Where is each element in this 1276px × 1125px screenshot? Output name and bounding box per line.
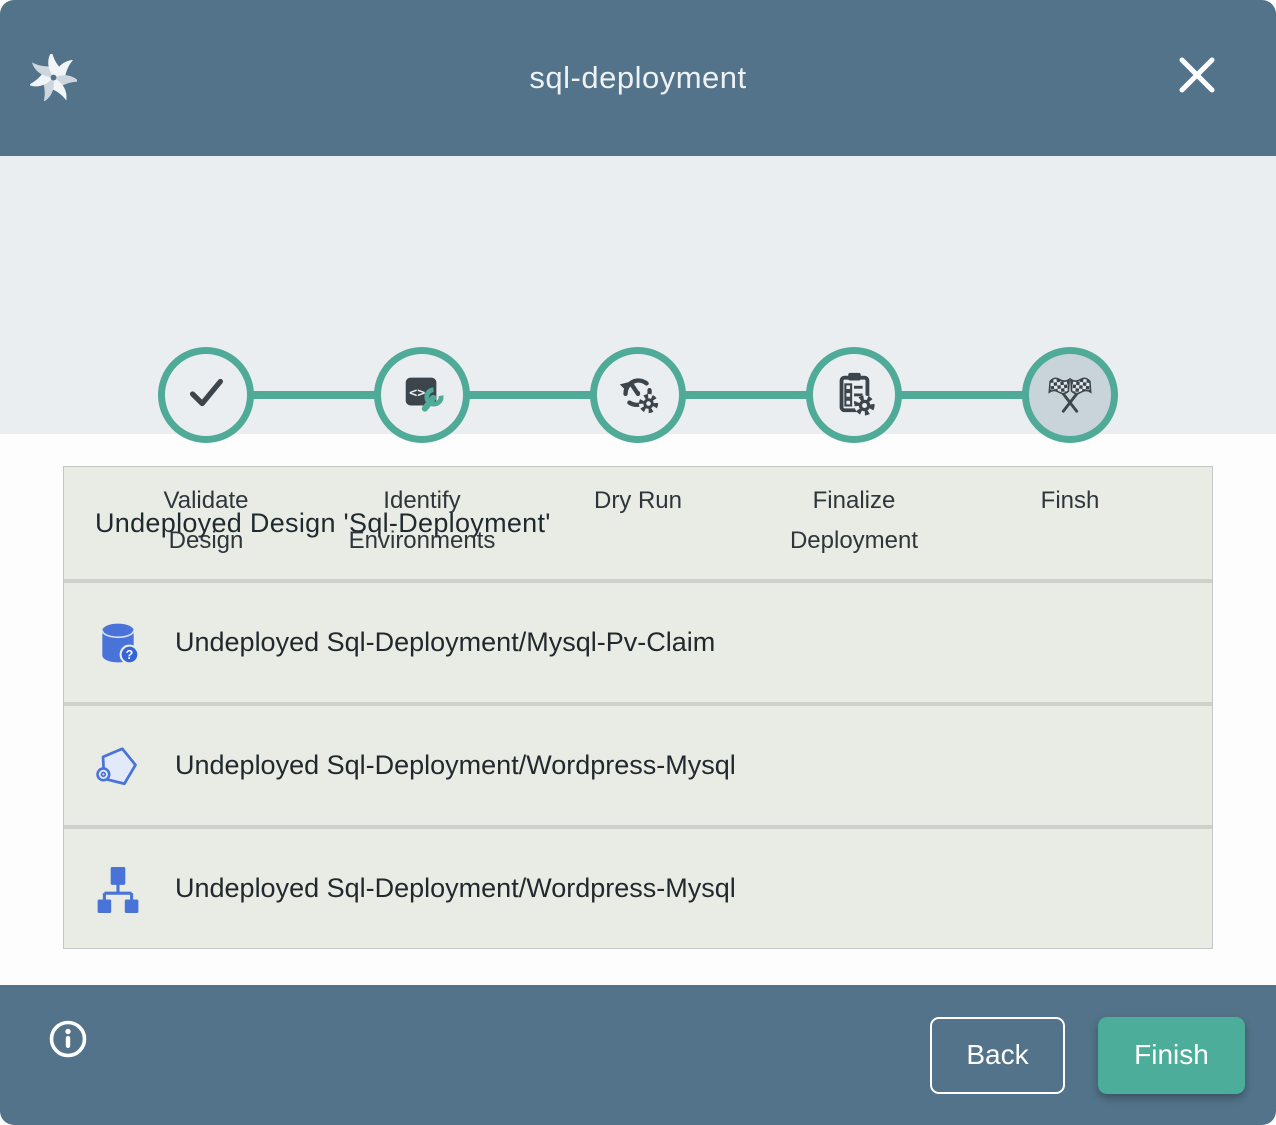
svg-text:?: ?: [126, 648, 134, 662]
pod-icon: [95, 742, 141, 790]
undeployed-item-text: Undeployed Sql-Deployment/Wordpress-Mysq…: [175, 750, 736, 781]
info-button[interactable]: [48, 1019, 88, 1059]
step-circle-finish[interactable]: [1022, 347, 1118, 443]
deployment-wizard-dialog: sql-deployment Vali: [0, 0, 1276, 1125]
list-item: Undeployed Sql-Deployment/Wordpress-Mysq…: [64, 829, 1212, 948]
svg-text:<>: <>: [409, 385, 425, 400]
undeployed-item-text: Undeployed Sql-Deployment/Mysql-Pv-Claim: [175, 627, 715, 658]
step-label: Finsh: [992, 481, 1148, 521]
step-circle-validate-design[interactable]: [158, 347, 254, 443]
step-finalize-deployment: Finalize Deployment: [746, 347, 962, 561]
step-circle-dry-run[interactable]: [590, 347, 686, 443]
step-circle-finalize-deployment[interactable]: [806, 347, 902, 443]
step-circle-identify-environments[interactable]: <>: [374, 347, 470, 443]
dialog-title: sql-deployment: [529, 60, 746, 96]
close-button[interactable]: [1174, 53, 1220, 99]
step-dry-run: Dry Run: [530, 347, 746, 561]
step-label: Identify Environments: [344, 481, 500, 561]
sync-gear-icon: [615, 370, 661, 421]
finish-button[interactable]: Finish: [1098, 1017, 1245, 1094]
back-button[interactable]: Back: [930, 1017, 1065, 1094]
code-wrench-icon: <>: [399, 370, 445, 421]
step-finish: Finsh: [962, 347, 1178, 561]
app-logo-pinwheel-icon: [30, 54, 77, 101]
step-label: Finalize Deployment: [776, 481, 932, 561]
close-icon: [1174, 52, 1220, 101]
dialog-header: sql-deployment: [0, 0, 1276, 156]
info-icon: [48, 1047, 88, 1062]
step-label: Validate Design: [128, 481, 284, 561]
dialog-footer: Back Finish: [0, 985, 1276, 1125]
database-icon: ?: [95, 619, 141, 667]
finish-flags-icon: [1047, 370, 1093, 421]
step-validate-design: Validate Design: [98, 347, 314, 561]
list-item: Undeployed Sql-Deployment/Wordpress-Mysq…: [64, 706, 1212, 825]
check-icon: [183, 370, 229, 421]
step-identify-environments: <> Identify Environments: [314, 347, 530, 561]
tree-icon: [95, 865, 141, 913]
wizard-stepper: Validate Design <>: [0, 156, 1276, 434]
step-label: Dry Run: [560, 481, 716, 521]
list-item: ? Undeployed Sql-Deployment/Mysql-Pv-Cla…: [64, 583, 1212, 702]
undeployed-item-text: Undeployed Sql-Deployment/Wordpress-Mysq…: [175, 873, 736, 904]
clipboard-gear-icon: [831, 370, 877, 421]
